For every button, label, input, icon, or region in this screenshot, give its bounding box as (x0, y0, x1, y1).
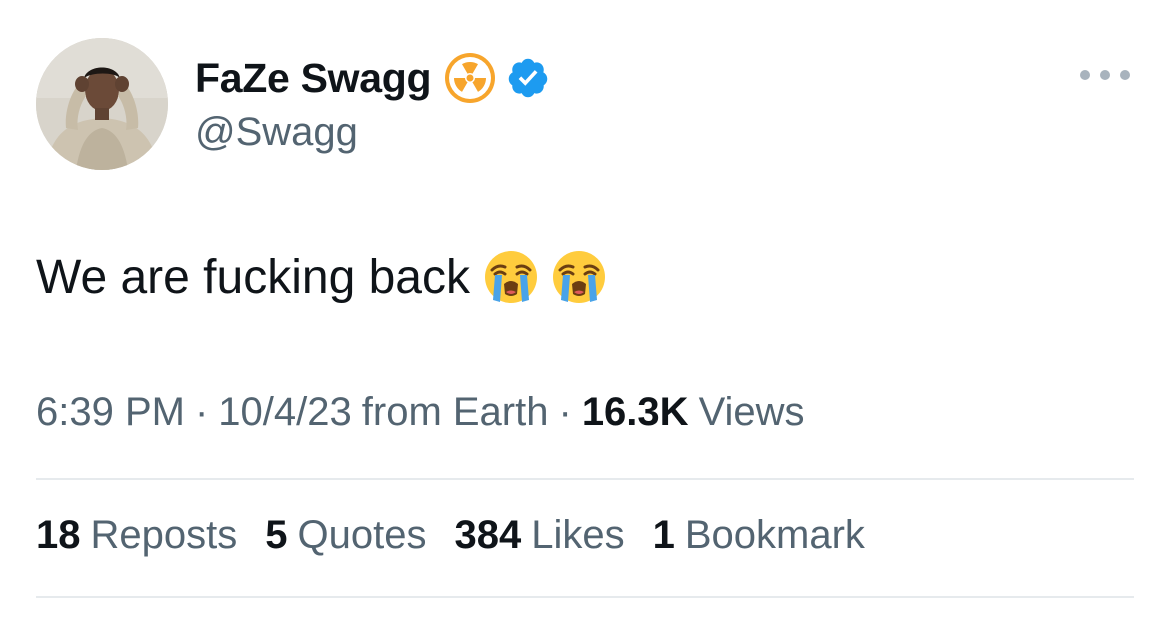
author-name-row: FaZe Swagg (195, 50, 550, 106)
tweet-time[interactable]: 6:39 PM (36, 390, 185, 435)
reposts-count: 18 (36, 513, 81, 557)
loudly-crying-face-icon (550, 248, 608, 306)
quotes-count: 5 (265, 513, 288, 557)
meta-separator: · (194, 390, 209, 434)
views-label: Views (698, 390, 805, 434)
meta-separator: · (558, 390, 572, 434)
tweet-card: FaZe Swagg @Swagg We are fucking back 6:… (0, 0, 1170, 624)
avatar-photo (36, 38, 168, 170)
author-handle[interactable]: @Swagg (195, 110, 358, 155)
likes-label: Likes (531, 513, 625, 557)
tweet-body: We are fucking back (36, 250, 470, 304)
more-dot (1080, 70, 1090, 80)
more-dot (1100, 70, 1110, 80)
avatar[interactable] (36, 38, 168, 170)
loudly-crying-face-icon (482, 248, 540, 306)
views-count: 16.3K (581, 390, 689, 434)
display-name[interactable]: FaZe Swagg (195, 55, 432, 102)
reposts-stat[interactable]: 18 Reposts (36, 513, 237, 558)
bookmarks-label: Bookmark (684, 513, 865, 557)
quotes-stat[interactable]: 5 Quotes (265, 513, 426, 558)
bookmarks-count: 1 (652, 513, 675, 557)
verified-icon[interactable] (506, 56, 550, 100)
tweet-meta: 6:39 PM · 10/4/23 from Earth · 16.3K Vie… (36, 390, 805, 435)
quotes-label: Quotes (297, 513, 427, 557)
reposts-label: Reposts (90, 513, 238, 557)
radiation-icon (443, 51, 497, 105)
divider (36, 478, 1134, 480)
bookmarks-stat[interactable]: 1 Bookmark (653, 513, 865, 558)
likes-count: 384 (454, 513, 522, 557)
engagement-stats: 18 Reposts 5 Quotes 384 Likes 1 Bookmark (36, 513, 893, 558)
tweet-source: from Earth (361, 390, 549, 434)
divider (36, 596, 1134, 598)
tweet-text: We are fucking back (36, 248, 608, 306)
more-dot (1120, 70, 1130, 80)
more-options-icon[interactable] (1080, 60, 1130, 90)
likes-stat[interactable]: 384 Likes (454, 513, 624, 558)
tweet-date[interactable]: 10/4/23 (218, 390, 351, 435)
